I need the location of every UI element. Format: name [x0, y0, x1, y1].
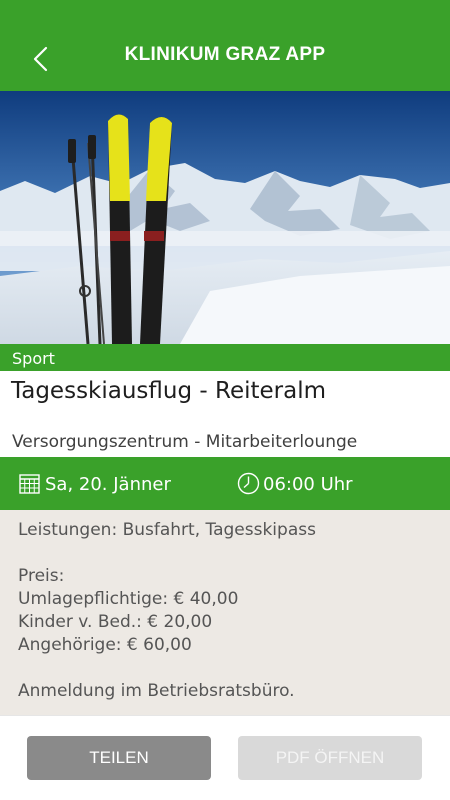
event-date: Sa, 20. Jänner [45, 474, 171, 495]
price-label: Preis: [18, 566, 65, 586]
category-bar: Sport [0, 344, 450, 371]
event-title: Tagesskiausflug - Reiteralm [11, 378, 327, 404]
event-time: 06:00 Uhr [263, 474, 353, 495]
price-line: Angehörige: € 60,00 [18, 635, 192, 655]
event-location: Versorgungszentrum - Mitarbeiterlounge [12, 432, 358, 452]
app-header: KLINIKUM GRAZ APP [0, 0, 450, 91]
footer-actions: TEILEN PDF ÖFFNEN [0, 715, 450, 800]
event-details: Leistungen: Busfahrt, Tagesskipass Preis… [0, 510, 450, 715]
price-line: Umlagepflichtige: € 40,00 [18, 589, 239, 609]
registration-text: Anmeldung im Betriebsratsbüro. [18, 681, 295, 701]
open-pdf-button[interactable]: PDF ÖFFNEN [238, 736, 422, 780]
price-line: Kinder v. Bed.: € 20,00 [18, 612, 213, 632]
page-title: KLINIKUM GRAZ APP [124, 44, 326, 65]
clock-icon [237, 472, 260, 495]
services-text: Leistungen: Busfahrt, Tagesskipass [18, 520, 316, 540]
share-button[interactable]: TEILEN [27, 736, 211, 780]
event-image [0, 91, 450, 344]
category-label: Sport [12, 349, 55, 368]
calendar-icon [19, 474, 40, 494]
event-detail-screen: KLINIKUM GRAZ APP Sport Tagesskiausflug … [0, 0, 450, 800]
